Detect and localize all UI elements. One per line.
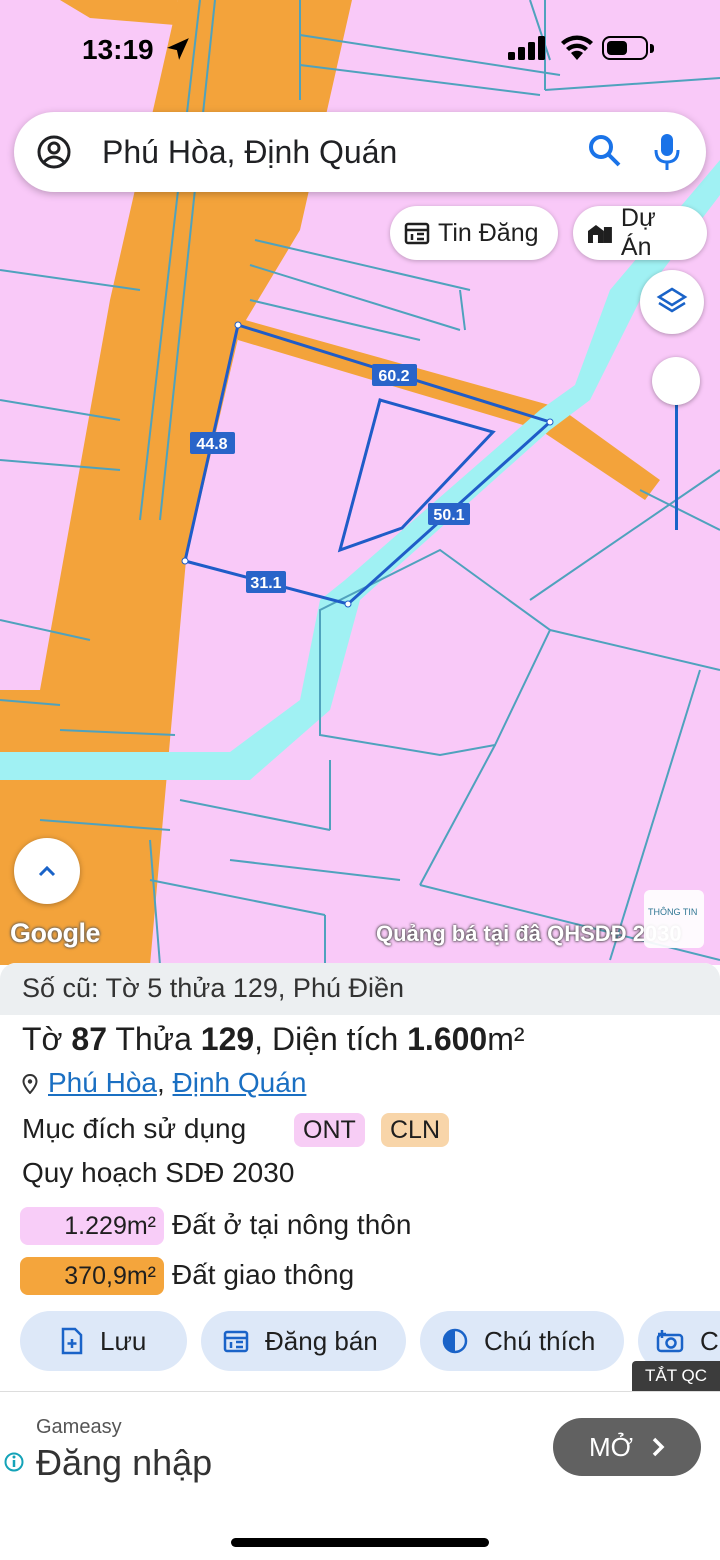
chevron-up-icon xyxy=(38,865,56,877)
ad-brand: Gameasy xyxy=(36,1416,122,1438)
edge-label-right: 50.1 xyxy=(433,507,464,524)
edge-label-top: 60.2 xyxy=(378,368,409,385)
land-use-tag-ont[interactable]: ONT xyxy=(294,1113,365,1147)
add-document-icon xyxy=(61,1327,83,1355)
commune-link[interactable]: Phú Hòa xyxy=(48,1067,157,1098)
area-residential-value: 1.229m² xyxy=(20,1207,164,1245)
parcel-info-panel: Số cũ: Tờ 5 thửa 129, Phú Điền Tờ 87 Thử… xyxy=(0,963,720,1560)
buildings-icon xyxy=(587,225,612,243)
plan-label: Quy hoạch SDĐ 2030 xyxy=(22,1157,295,1188)
home-indicator[interactable] xyxy=(231,1538,489,1547)
land-use-label: Mục đích sử dụng xyxy=(22,1113,247,1144)
expand-panel-button[interactable] xyxy=(14,838,80,904)
legend-button[interactable]: Chú thích xyxy=(420,1311,624,1371)
google-logo: Google xyxy=(10,918,101,948)
projects-chip-label: Dự Án xyxy=(620,204,656,261)
camera-icon xyxy=(656,1330,684,1353)
ad-info-icon[interactable] xyxy=(4,1452,24,1472)
land-use-tag-cln[interactable]: CLN xyxy=(381,1113,450,1147)
contrast-icon xyxy=(442,1328,468,1354)
search-query[interactable]: Phú Hòa, Định Quán xyxy=(102,134,397,171)
layers-button[interactable] xyxy=(640,270,704,334)
account-icon[interactable] xyxy=(36,134,72,170)
calendar-icon xyxy=(223,1330,249,1353)
map-ad-overlay[interactable]: Quảng bá tại đâ QHSDĐ 2030 xyxy=(376,921,682,947)
status-bar: 13:19 xyxy=(0,0,720,100)
ad-headline[interactable]: Đăng nhập xyxy=(36,1442,212,1484)
chevron-right-icon xyxy=(652,1437,665,1457)
projects-chip[interactable]: Dự Án xyxy=(573,204,707,261)
parcel-address: Phú Hòa, Định Quán xyxy=(22,1067,306,1099)
status-time: 13:19 xyxy=(82,34,154,65)
save-button[interactable]: Lưu xyxy=(20,1311,187,1371)
search-bar[interactable]: Phú Hòa, Định Quán xyxy=(14,112,706,192)
wifi-icon xyxy=(561,35,593,60)
area-residential-desc: Đất ở tại nông thôn xyxy=(172,1209,412,1240)
location-arrow-icon xyxy=(167,38,189,60)
ad-banner[interactable]: Gameasy Đăng nhập MỞ xyxy=(0,1391,720,1504)
listings-chip[interactable]: Tin Đăng xyxy=(390,206,558,260)
layers-icon xyxy=(656,287,688,313)
ad-open-button[interactable]: MỞ xyxy=(553,1418,701,1476)
listings-chip-label: Tin Đăng xyxy=(438,218,539,247)
parcel-title: Tờ 87 Thửa 129, Diện tích 1.600m² xyxy=(22,1021,525,1057)
district-link[interactable]: Định Quán xyxy=(173,1067,307,1098)
battery-icon xyxy=(602,36,648,60)
search-icon[interactable] xyxy=(588,134,622,168)
microphone-icon[interactable] xyxy=(654,132,680,172)
calendar-icon xyxy=(404,222,430,245)
hide-ads-button[interactable]: TẮT QC xyxy=(632,1361,720,1391)
location-pin-icon xyxy=(22,1073,38,1095)
opacity-slider-handle[interactable] xyxy=(652,357,700,405)
area-transport-desc: Đất giao thông xyxy=(172,1259,355,1290)
post-sale-button[interactable]: Đăng bán xyxy=(201,1311,406,1371)
area-transport-value: 370,9m² xyxy=(20,1257,164,1295)
cellular-signal-icon xyxy=(508,36,545,60)
edge-label-bottom: 31.1 xyxy=(250,575,281,592)
edge-label-left: 44.8 xyxy=(196,436,227,453)
info-badge-logo[interactable]: THÔNG TIN xyxy=(644,890,704,948)
old-parcel-info: Số cũ: Tờ 5 thửa 129, Phú Điền xyxy=(0,963,720,1015)
